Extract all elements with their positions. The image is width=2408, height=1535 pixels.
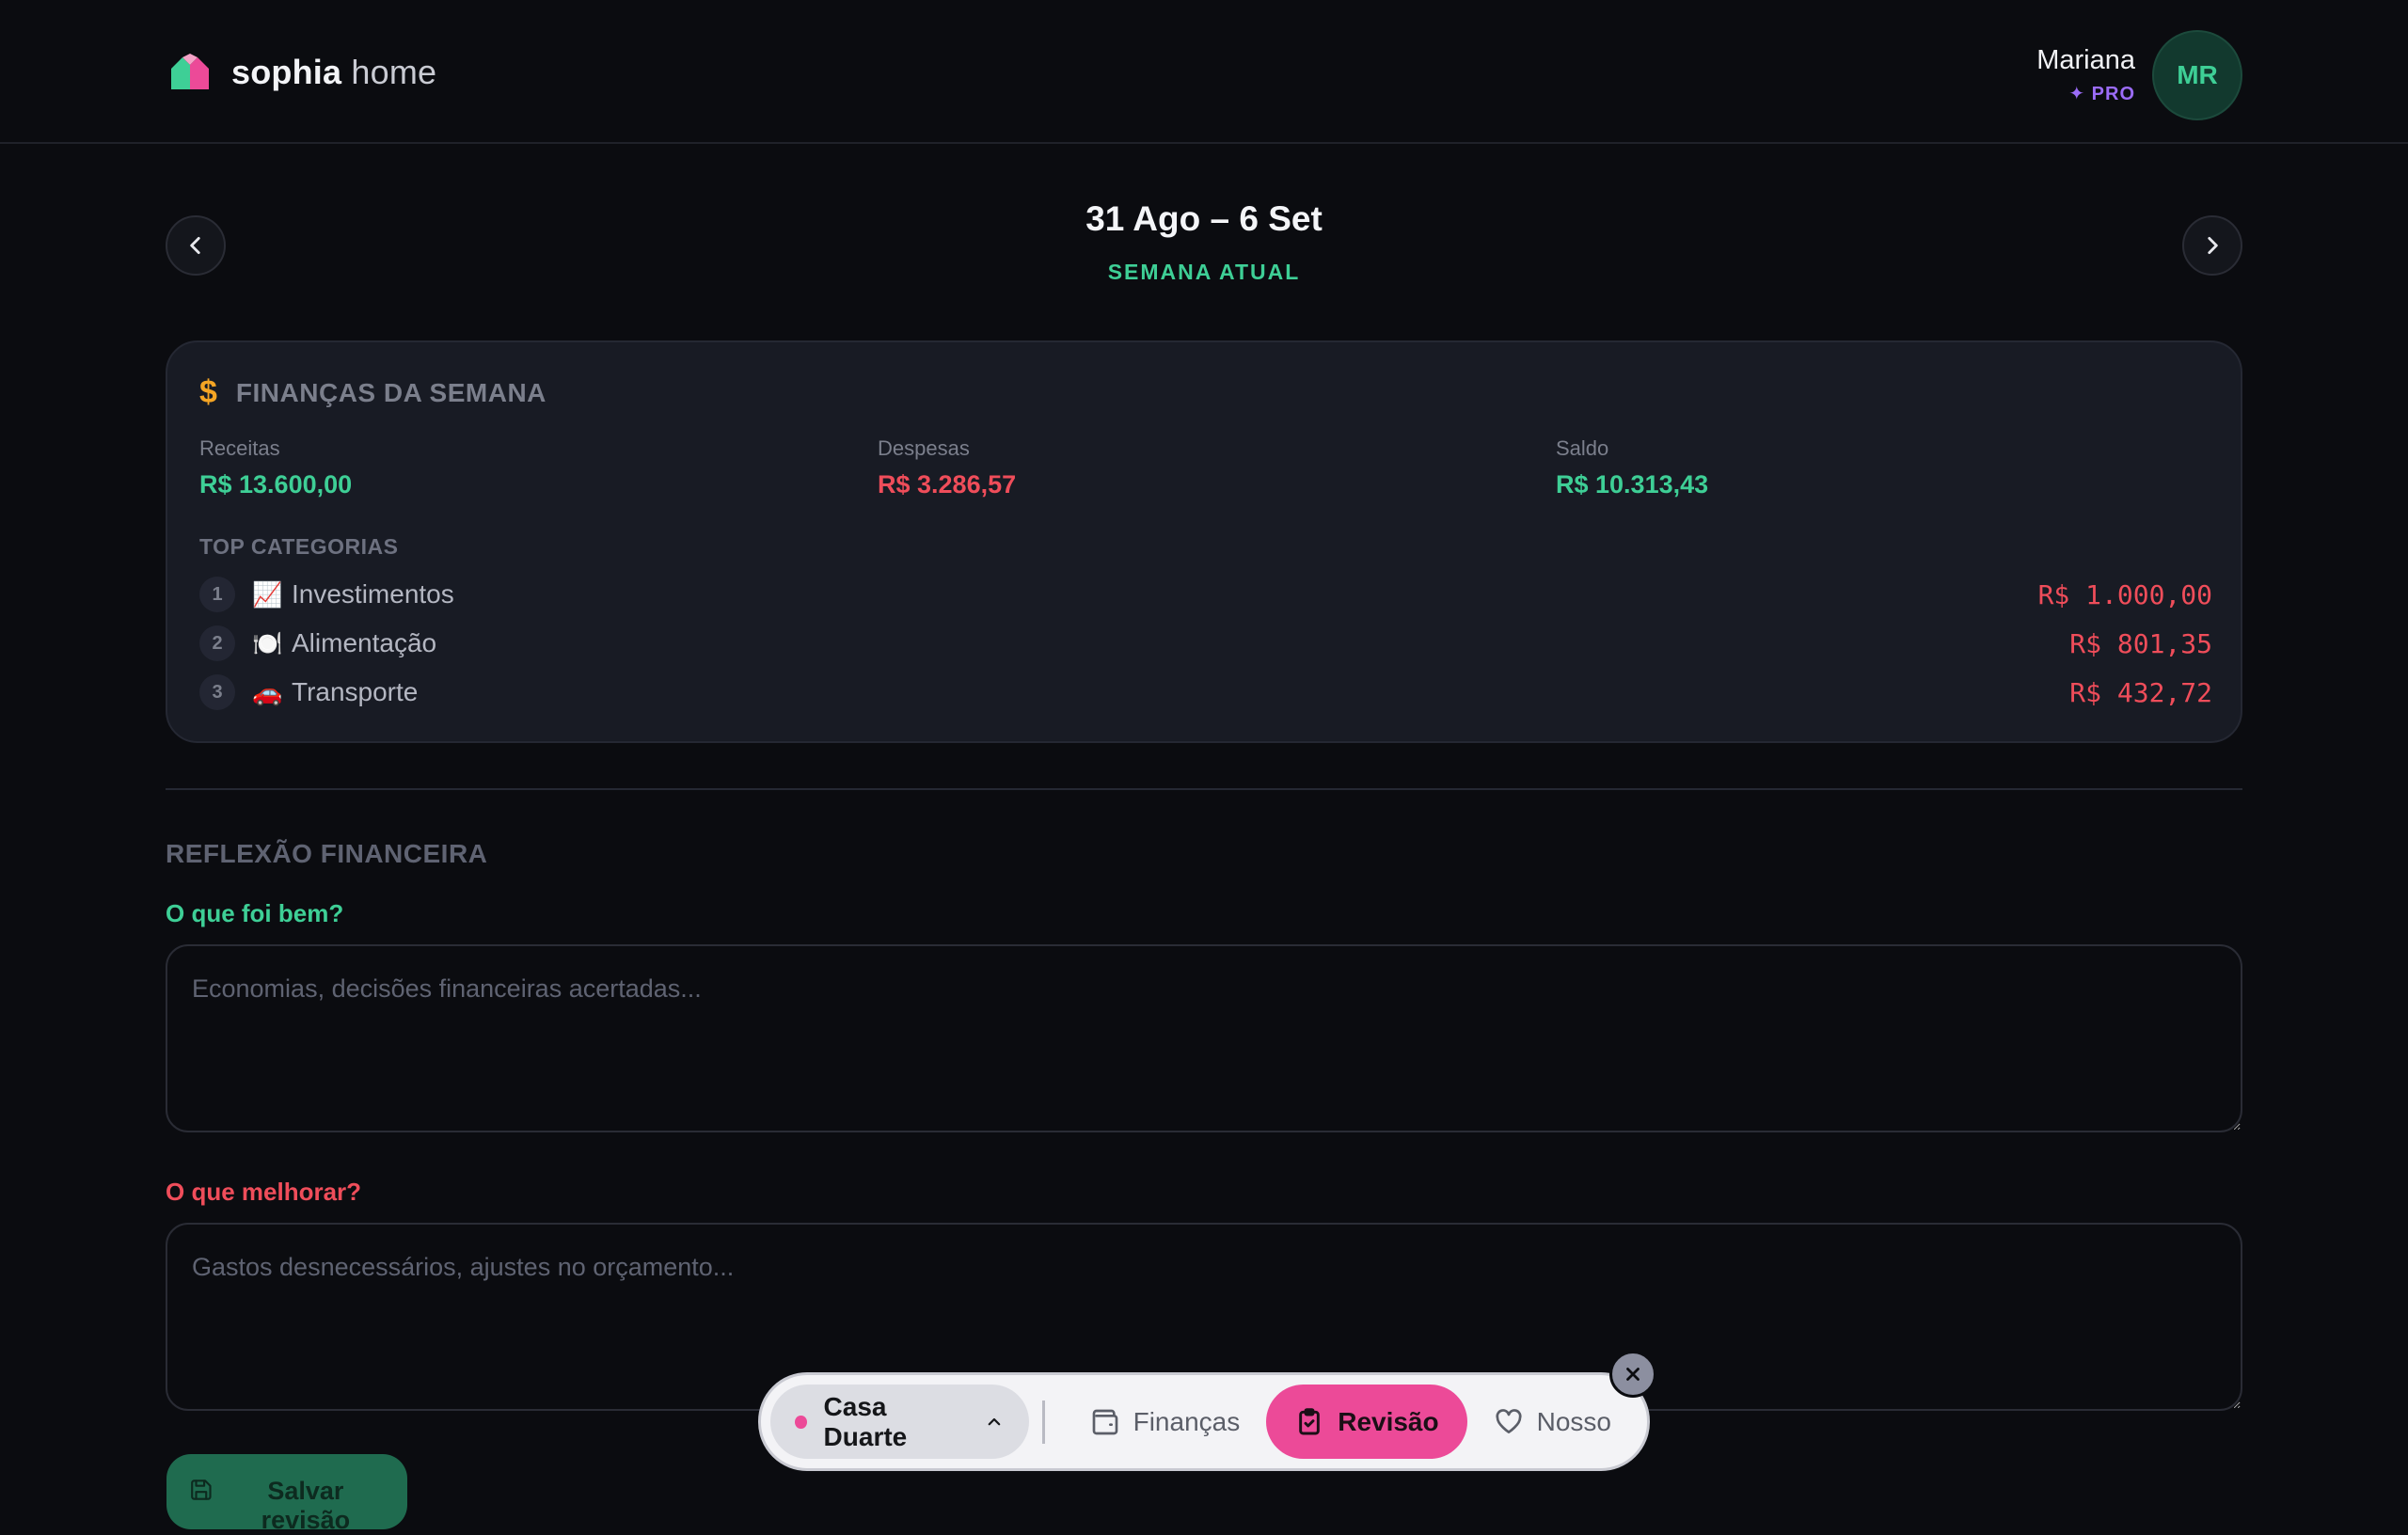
category-value: R$ 801,35	[2069, 627, 2212, 659]
chart-increasing-icon: 📈	[252, 579, 283, 609]
user-menu[interactable]: Mariana ✦ PRO MR	[2036, 30, 2242, 120]
week-title: 31 Ago – 6 Set	[1085, 199, 1323, 238]
balance-label: Saldo	[1556, 436, 1609, 460]
category-rank: 3	[199, 674, 235, 710]
expenses-value: R$ 3.286,57	[878, 470, 1017, 498]
income-metric: Receitas R$ 13.600,00	[199, 436, 352, 499]
house-logo-icon	[171, 54, 209, 89]
wallet-icon	[1092, 1409, 1117, 1434]
balance-metric: Saldo R$ 10.313,43	[1556, 436, 1708, 499]
house-name: Casa Duarte	[823, 1391, 908, 1451]
close-dock-button[interactable]	[1609, 1351, 1656, 1398]
house-status-dot	[795, 1415, 807, 1429]
category-value: R$ 432,72	[2069, 676, 2212, 708]
list-item: 1 📈 Investimentos R$ 1.000,00	[199, 576, 2212, 613]
reflection-title: REFLEXÃO FINANCEIRA	[166, 839, 488, 868]
what-went-well-label: O que foi bem?	[166, 899, 344, 927]
chevron-right-icon	[2208, 237, 2218, 254]
chevron-up-icon	[988, 1417, 1001, 1425]
finance-card-title: FINANÇAS DA SEMANA	[235, 377, 547, 407]
tab-revisao[interactable]: Revisão	[1266, 1385, 1467, 1459]
dock-separator	[1041, 1400, 1045, 1444]
plate-cutlery-icon: 🍽️	[252, 628, 283, 657]
next-week-button[interactable]	[2182, 215, 2242, 276]
week-subtitle: SEMANA ATUAL	[1107, 260, 1301, 284]
category-name: Alimentação	[292, 628, 437, 657]
section-divider	[166, 788, 2242, 790]
income-label: Receitas	[199, 436, 280, 460]
tab-label: Revisão	[1338, 1406, 1439, 1436]
car-icon: 🚗	[252, 677, 283, 706]
avatar[interactable]: MR	[2152, 30, 2242, 120]
finance-card-header: $ FINANÇAS DA SEMANA	[199, 374, 547, 411]
expenses-metric: Despesas R$ 3.286,57	[878, 436, 1016, 499]
what-went-well-input[interactable]	[166, 944, 2242, 1132]
top-bar: sophia home Mariana ✦ PRO MR	[0, 0, 2408, 144]
category-rank: 1	[199, 577, 235, 612]
bottom-dock: Casa Duarte Finanças Revisão Nosso	[758, 1372, 1650, 1471]
brand-name: sophia home	[231, 53, 436, 92]
tab-label: Nosso	[1536, 1406, 1611, 1436]
balance-value: R$ 10.313,43	[1556, 470, 1709, 498]
brand-logo[interactable]: sophia home	[169, 53, 436, 92]
user-name: Mariana	[2036, 45, 2135, 75]
house-selector[interactable]: Casa Duarte	[770, 1385, 1029, 1459]
category-name: Investimentos	[292, 579, 454, 609]
clipboard-check-icon	[1299, 1407, 1321, 1434]
weekly-finance-card: $ FINANÇAS DA SEMANA Receitas R$ 13.600,…	[166, 340, 2242, 743]
category-name: Transporte	[292, 677, 419, 706]
tab-nosso[interactable]: Nosso	[1467, 1385, 1638, 1459]
week-header: 31 Ago – 6 Set SEMANA ATUAL	[0, 199, 2408, 285]
plan-badge: ✦ PRO	[2068, 84, 2135, 104]
brand-name-light: home	[351, 53, 437, 91]
heart-icon	[1496, 1408, 1522, 1433]
list-item: 3 🚗 Transporte R$ 432,72	[199, 673, 2212, 711]
top-categories-title: TOP CATEGORIAS	[199, 534, 399, 559]
expenses-label: Despesas	[878, 436, 970, 460]
category-value: R$ 1.000,00	[2037, 578, 2212, 610]
save-icon	[191, 1480, 212, 1500]
save-review-button[interactable]: Salvar revisão	[166, 1454, 407, 1534]
save-review-label: Salvar revisão	[261, 1477, 351, 1534]
dollar-icon: $	[199, 374, 217, 410]
category-rank: 2	[199, 625, 235, 661]
close-icon	[1626, 1368, 1640, 1381]
tab-financas[interactable]: Finanças	[1064, 1385, 1267, 1459]
brand-name-bold: sophia	[231, 53, 342, 91]
tab-label: Finanças	[1133, 1406, 1241, 1436]
list-item: 2 🍽️ Alimentação R$ 801,35	[199, 625, 2212, 662]
income-value: R$ 13.600,00	[199, 470, 353, 498]
what-to-improve-label: O que melhorar?	[166, 1178, 362, 1206]
user-meta: Mariana ✦ PRO	[2036, 45, 2135, 105]
